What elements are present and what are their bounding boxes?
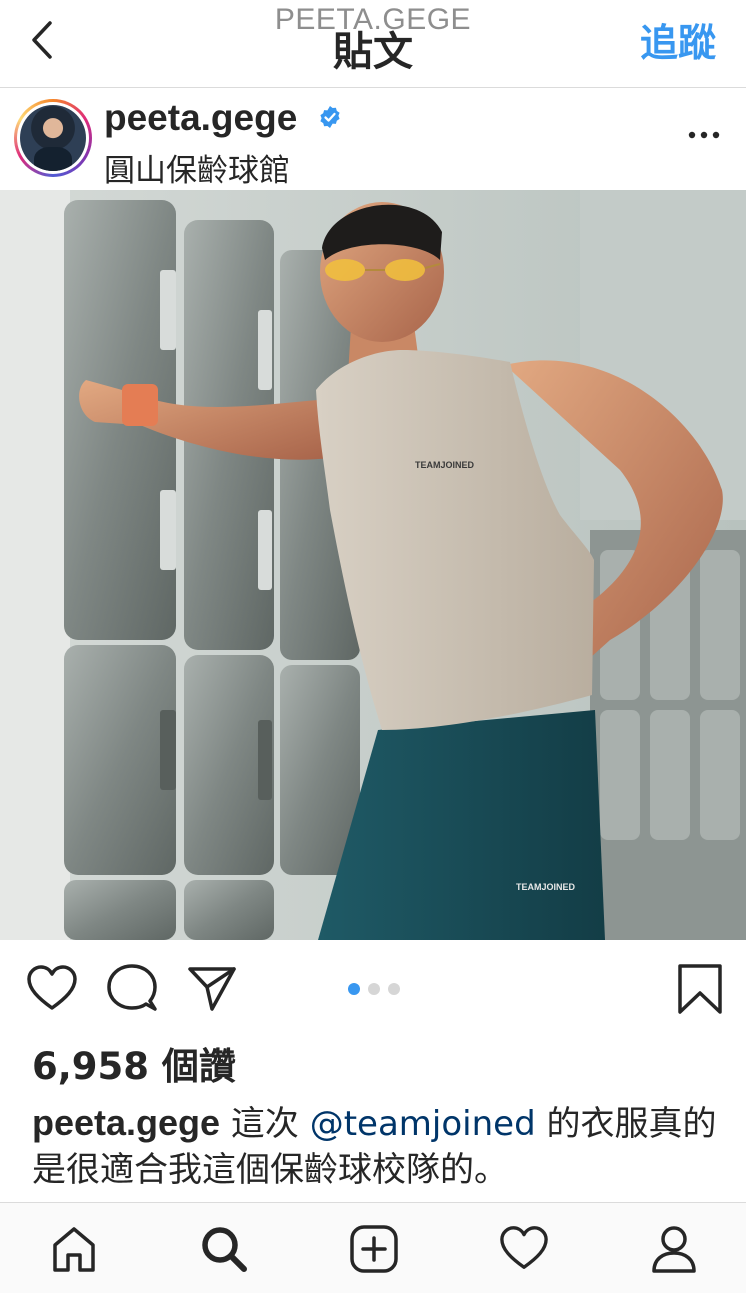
share-button[interactable] xyxy=(186,963,238,1015)
more-horizontal-icon xyxy=(688,131,720,139)
verified-badge-icon xyxy=(320,106,340,128)
heart-icon xyxy=(27,965,77,1010)
story-ring[interactable] xyxy=(14,99,92,177)
back-button[interactable] xyxy=(22,18,62,62)
orange-wristband xyxy=(122,384,158,426)
post-header: peeta.gege 圓山保齡球館 xyxy=(0,89,746,189)
post-username[interactable]: peeta.gege xyxy=(104,97,297,139)
more-options-button[interactable] xyxy=(684,115,724,155)
activity-heart-icon xyxy=(500,1226,548,1269)
like-button[interactable] xyxy=(26,963,78,1015)
post-location[interactable]: 圓山保齡球館 xyxy=(104,145,290,190)
avatar xyxy=(20,105,86,171)
save-button[interactable] xyxy=(674,963,726,1015)
carousel-dot-active xyxy=(348,983,360,995)
post-photo[interactable]: TEAMJOINED TEAMJOINED xyxy=(0,190,746,940)
comment-bubble-icon xyxy=(107,964,157,1011)
page-title: 貼文 xyxy=(333,29,413,75)
chevron-left-icon xyxy=(32,21,52,59)
post-caption: peeta.gege 這次 @teamjoined 的衣服真的是很適合我這個保齡… xyxy=(32,1100,722,1193)
add-post-icon xyxy=(350,1225,398,1273)
tab-new-post[interactable] xyxy=(348,1223,400,1275)
photo-illustration: TEAMJOINED TEAMJOINED xyxy=(0,190,746,940)
caption-mention[interactable]: @teamjoined xyxy=(310,1104,536,1144)
nav-title-group: PEETA.GEGE 貼文 xyxy=(200,2,546,72)
tab-home[interactable] xyxy=(48,1223,100,1275)
tab-search[interactable] xyxy=(198,1223,250,1275)
home-icon xyxy=(53,1227,95,1272)
comment-button[interactable] xyxy=(106,963,158,1015)
search-icon xyxy=(202,1227,247,1272)
caption-username[interactable]: peeta.gege xyxy=(32,1102,220,1143)
profile-icon xyxy=(652,1226,696,1273)
paper-plane-icon xyxy=(188,967,236,1011)
carousel-dot xyxy=(368,983,380,995)
shorts-logo-text: TEAMJOINED xyxy=(516,882,576,892)
likes-count[interactable]: 6,958 個讚 xyxy=(32,1036,236,1090)
top-navigation-bar: PEETA.GEGE 貼文 追蹤 xyxy=(0,0,746,88)
carousel-dot xyxy=(388,983,400,995)
tab-activity[interactable] xyxy=(498,1223,550,1275)
follow-button[interactable]: 追蹤 xyxy=(640,18,716,68)
bookmark-icon xyxy=(678,964,722,1014)
tank-logo-text: TEAMJOINED xyxy=(415,460,475,470)
caption-text-part: 這次 xyxy=(220,1104,310,1144)
carousel-indicator xyxy=(348,983,400,995)
tab-profile[interactable] xyxy=(648,1223,700,1275)
bottom-tab-bar xyxy=(0,1202,746,1293)
